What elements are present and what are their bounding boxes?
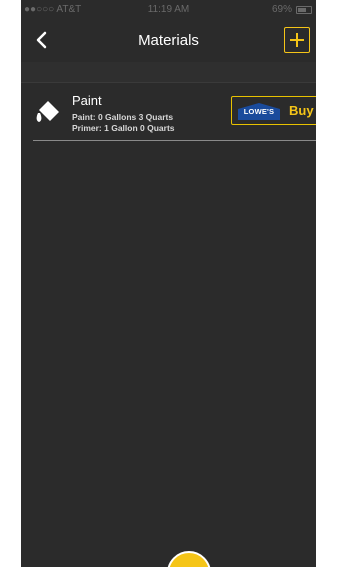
page-title: Materials bbox=[138, 32, 199, 49]
status-bar: ●●○○○ AT&T 11:19 AM 69% bbox=[21, 0, 316, 20]
lowes-logo: LOWE'S bbox=[238, 102, 280, 120]
chevron-left-icon bbox=[36, 31, 47, 49]
add-material-button[interactable] bbox=[284, 27, 310, 53]
battery-percent: 69% bbox=[271, 4, 292, 15]
back-button[interactable] bbox=[31, 29, 53, 51]
primer-quantity: Primer: 1 Gallon 0 Quarts bbox=[72, 123, 175, 133]
row-divider bbox=[33, 140, 316, 141]
material-name: Paint bbox=[72, 93, 102, 108]
status-right: 69% bbox=[272, 4, 312, 15]
lowes-logo-text: LOWE'S bbox=[243, 106, 275, 116]
paint-bucket-icon bbox=[36, 101, 59, 122]
app-screen: ●●○○○ AT&T 11:19 AM 69% Materials Paint … bbox=[21, 0, 316, 567]
paint-quantity: Paint: 0 Gallons 3 Quarts bbox=[72, 112, 174, 122]
navigation-bar: Materials bbox=[21, 20, 316, 62]
material-row-paint[interactable]: Paint Paint: 0 Gallons 3 Quarts Primer: … bbox=[21, 83, 316, 140]
buy-label: Buy bbox=[289, 103, 314, 118]
battery-icon bbox=[296, 5, 312, 14]
buy-button[interactable]: LOWE'S Buy bbox=[231, 96, 316, 125]
section-header bbox=[21, 62, 316, 83]
floating-action-button[interactable] bbox=[167, 551, 211, 567]
